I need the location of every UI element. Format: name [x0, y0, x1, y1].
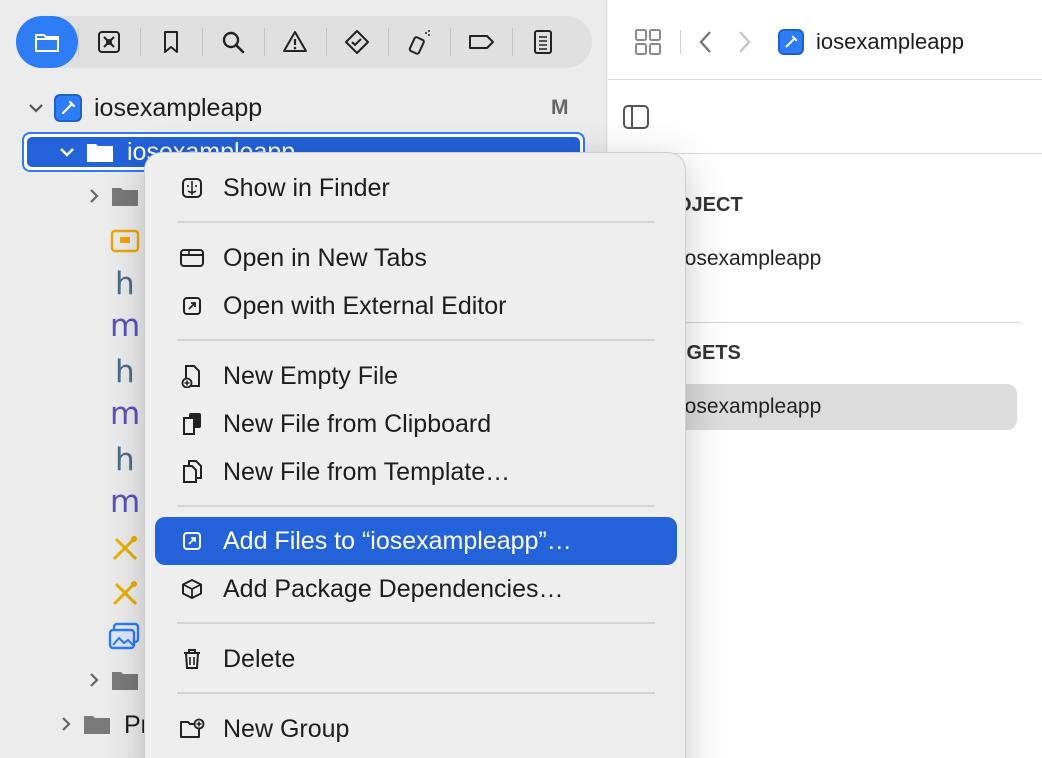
menu-item-open-external-editor[interactable]: Open with External Editor [155, 282, 677, 330]
menu-separator [177, 622, 655, 624]
menu-separator [177, 339, 655, 341]
report-icon [534, 30, 552, 54]
breadcrumb-title[interactable]: iosexampleapp [816, 29, 964, 55]
diamond-check-icon [345, 30, 369, 54]
assets-icon [112, 536, 138, 561]
forward-chevron-icon[interactable] [734, 28, 754, 56]
menu-separator [177, 221, 655, 223]
menu-item-open-in-new-tabs[interactable]: Open in New Tabs [155, 234, 677, 282]
menu-item-new-empty-file[interactable]: New Empty File [155, 352, 677, 400]
tag-icon [469, 35, 494, 49]
finder-icon [179, 175, 205, 201]
project-navigator-tab[interactable] [16, 16, 78, 68]
chevron-down-icon[interactable] [57, 142, 77, 162]
modified-badge: M [551, 96, 569, 119]
project-section-header: OJECT [676, 194, 743, 216]
folder-icon [84, 716, 110, 734]
tree-row-project[interactable]: iosexampleapp [26, 88, 262, 128]
xcode-project-icon [778, 29, 804, 55]
menu-item-add-files[interactable]: Add Files to “iosexampleapp”… [155, 517, 677, 565]
menu-item-delete[interactable]: Delete [155, 635, 677, 683]
navigator-toolbar [16, 16, 592, 68]
chevron-right-icon[interactable] [84, 186, 104, 206]
xcode-project-icon [54, 94, 82, 122]
warning-icon [283, 31, 307, 52]
header-file-icon: h [115, 266, 135, 302]
back-chevron-icon[interactable] [696, 28, 716, 56]
folder-icon [112, 672, 138, 690]
tests-tab[interactable] [326, 16, 388, 68]
folder-icon [35, 34, 59, 52]
chevron-right-icon[interactable] [56, 714, 76, 734]
folder-icon [112, 188, 138, 206]
menu-item-show-in-finder[interactable]: Show in Finder [155, 164, 677, 212]
menu-separator [177, 505, 655, 507]
external-arrow-icon [179, 528, 205, 554]
find-tab[interactable] [202, 16, 264, 68]
project-name: iosexampleapp [94, 93, 263, 122]
package-icon [179, 576, 205, 602]
new-file-icon [179, 363, 205, 389]
folder-icon [87, 144, 113, 162]
project-item[interactable]: iosexampleapp [680, 247, 821, 271]
menu-item-new-group[interactable]: New Group [155, 705, 677, 753]
source-control-tab[interactable] [78, 16, 140, 68]
image-assets-icon [108, 622, 140, 650]
tabs-icon [179, 245, 205, 271]
issues-tab[interactable] [264, 16, 326, 68]
template-file-icon [179, 459, 205, 485]
menu-item-new-file-from-clipboard[interactable]: New File from Clipboard [155, 400, 677, 448]
source-file-icon: m [110, 484, 141, 520]
breakpoints-tab[interactable] [450, 16, 512, 68]
context-menu: Show in Finder Open in New Tabs Open wit… [144, 152, 686, 758]
chevron-down-icon[interactable] [26, 98, 46, 118]
header-file-icon: h [115, 442, 135, 478]
new-folder-icon [179, 716, 205, 742]
trash-icon [179, 646, 205, 672]
search-icon [222, 31, 245, 54]
header-file-icon: h [115, 354, 135, 390]
storyboard-icon [110, 229, 140, 253]
bookmarks-tab[interactable] [140, 16, 202, 68]
chevron-right-icon[interactable] [84, 670, 104, 690]
section-divider [668, 322, 1020, 323]
bookmark-icon [164, 31, 178, 53]
sidebar-toggle-icon[interactable] [622, 104, 650, 130]
menu-item-add-package-dependencies[interactable]: Add Package Dependencies… [155, 565, 677, 613]
source-file-icon: m [110, 308, 141, 344]
editor-toolbar: iosexampleapp [608, 0, 1042, 80]
assets-icon [112, 581, 138, 606]
menu-separator [177, 692, 655, 694]
clipboard-file-icon [179, 411, 205, 437]
grid-icon[interactable] [634, 28, 662, 56]
debug-tab[interactable] [388, 16, 450, 68]
external-arrow-icon [179, 293, 205, 319]
target-item[interactable]: iosexampleapp [680, 395, 821, 419]
jump-bar [608, 80, 1042, 154]
toolbar-divider [680, 30, 681, 54]
menu-item-new-file-from-template[interactable]: New File from Template… [155, 448, 677, 496]
reports-tab[interactable] [512, 16, 574, 68]
spray-icon [408, 30, 430, 55]
x-square-icon [98, 31, 120, 53]
source-file-icon: m [110, 396, 141, 432]
